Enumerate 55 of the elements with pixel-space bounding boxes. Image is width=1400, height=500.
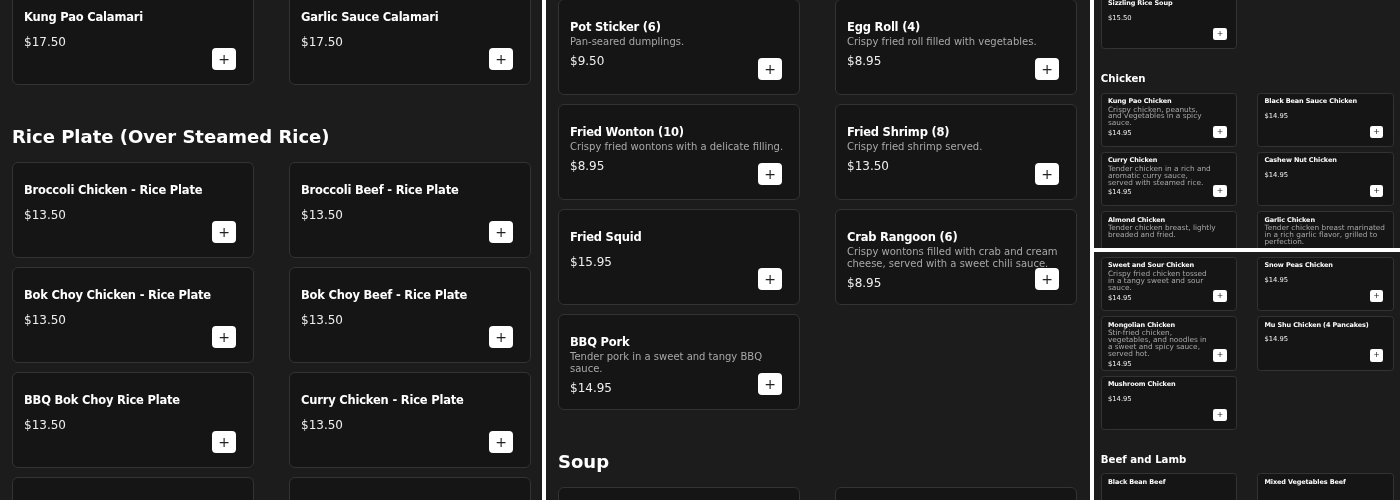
dish-price: $13.50 (24, 417, 66, 434)
dish-description: Crispy fried shrimp served. (847, 141, 983, 153)
add-button[interactable]: + (758, 163, 782, 185)
add-button[interactable]: + (489, 326, 513, 348)
dish-price: $13.50 (301, 417, 343, 434)
dish-price: $14.95 (570, 380, 612, 397)
dish-name: Fried Wonton (10) (570, 124, 684, 140)
dish-name: Bok Choy Chicken - Rice Plate (24, 287, 211, 303)
dish-price: $17.50 (24, 34, 66, 51)
dish-name: Garlic Sauce Calamari (301, 9, 439, 25)
dish-name: Crab Rangoon (6) (847, 229, 958, 245)
dish-description: Crispy fried roll filled with vegetables. (847, 36, 1037, 48)
dish-name: Egg Roll (4) (847, 19, 921, 35)
dish-price: $15.95 (570, 254, 612, 271)
dish-name: Curry Chicken - Rice Plate (301, 392, 464, 408)
dish-price: $13.50 (301, 312, 343, 329)
dish-price: $8.95 (847, 53, 882, 70)
dish-price: $13.50 (24, 207, 66, 224)
section-heading: Chicken (1100, 71, 1147, 86)
add-button[interactable]: + (758, 268, 782, 290)
add-button[interactable]: + (489, 431, 513, 453)
dish-description: Tender pork in a sweet and tangy BBQ sauce. (570, 351, 764, 375)
section-heading: Soup (558, 450, 611, 474)
dish-name: Broccoli Beef - Rice Plate (301, 182, 459, 198)
dish-price: $8.95 (570, 158, 605, 175)
dish-price: $8.95 (847, 275, 882, 292)
dish-name: Pot Sticker (6) (570, 19, 661, 35)
section-heading: Rice Plate (Over Steamed Rice) (12, 125, 331, 149)
dish-price: $17.50 (301, 34, 343, 51)
add-button[interactable]: + (212, 48, 236, 70)
add-button[interactable]: + (212, 431, 236, 453)
dish-price: $13.50 (301, 207, 343, 224)
add-button[interactable]: + (758, 373, 782, 395)
dish-description: Crispy wontons filled with crab and cream cheese, served with a sweet chili sauce. (847, 246, 1059, 270)
add-button[interactable]: + (212, 326, 236, 348)
dish-name: Bok Choy Beef - Rice Plate (301, 287, 468, 303)
section-heading: Beef and Lamb (1100, 452, 1188, 467)
dish-name: Fried Shrimp (8) (847, 124, 950, 140)
dish-name: Broccoli Chicken - Rice Plate (24, 182, 203, 198)
dish-description: Pan-seared dumplings. (570, 36, 685, 48)
dish-price: $9.50 (570, 53, 605, 70)
dish-name: Kung Pao Calamari (24, 9, 143, 25)
add-button[interactable]: + (1035, 58, 1059, 80)
dish-description: Crispy fried wontons with a delicate filling. (570, 141, 784, 153)
dish-name: BBQ Bok Choy Rice Plate (24, 392, 180, 408)
dish-name: BBQ Pork (570, 334, 630, 350)
dish-name: Fried Squid (570, 229, 642, 245)
dish-price: $13.50 (24, 312, 66, 329)
add-button[interactable]: + (489, 48, 513, 70)
dish-price: $13.50 (847, 158, 889, 175)
add-button[interactable]: + (212, 221, 236, 243)
add-button[interactable]: + (1035, 163, 1059, 185)
add-button[interactable]: + (1035, 268, 1059, 290)
add-button[interactable]: + (758, 58, 782, 80)
add-button[interactable]: + (489, 221, 513, 243)
